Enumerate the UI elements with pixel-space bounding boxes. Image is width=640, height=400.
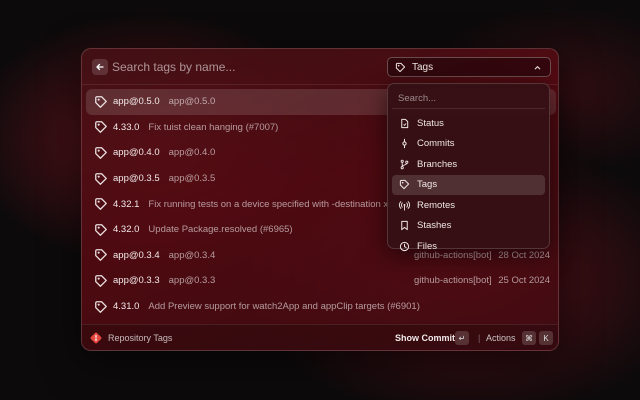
bookmark-icon xyxy=(401,221,408,231)
commit-icon xyxy=(402,139,407,149)
tag-name: app@0.5.0 xyxy=(113,96,160,108)
tag-name: app@0.4.0 xyxy=(113,147,160,159)
menu-item-files[interactable]: Files xyxy=(392,236,545,257)
tag-message: Fix tuist clean hanging (#7007) xyxy=(148,121,279,133)
tag-name: app@0.3.5 xyxy=(113,173,160,185)
menu-search-input[interactable] xyxy=(392,89,545,109)
dropdown-label: Tags xyxy=(412,61,434,73)
menu-item-label: Status xyxy=(417,117,444,129)
file-status-icon xyxy=(401,118,409,128)
tag-icon xyxy=(95,121,107,134)
footer-divider: | xyxy=(478,333,481,343)
tag-message: app@0.5.0 xyxy=(168,96,216,108)
search-input[interactable] xyxy=(112,57,372,77)
view-menu: Status Commits Branches Tags Remotes Stashes F… xyxy=(387,83,550,252)
tag-name: app@0.3.4 xyxy=(113,249,160,261)
menu-item-label: Tags xyxy=(417,179,438,191)
show-commit-action[interactable]: Show Commit xyxy=(395,333,455,343)
tag-icon xyxy=(95,95,107,108)
tag-name: 4.31.0 xyxy=(113,301,140,313)
tag-message: Update Package.resolved (#6965) xyxy=(148,224,293,236)
header-bar: Tags xyxy=(82,49,558,85)
menu-item-branches[interactable]: Branches xyxy=(392,154,545,175)
tag-icon xyxy=(95,300,107,313)
menu-item-label: Stashes xyxy=(417,220,452,232)
tag-row[interactable]: app@0.3.3 app@0.3.3 github-actions[bot] 25 … xyxy=(86,268,556,294)
back-button[interactable] xyxy=(92,59,108,75)
enter-key-hint: ↵ xyxy=(455,331,469,345)
menu-item-label: Remotes xyxy=(417,199,456,211)
branch-icon xyxy=(400,159,409,170)
tag-name: 4.33.0 xyxy=(113,121,140,133)
menu-item-label: Files xyxy=(417,240,438,252)
menu-item-tags[interactable]: Tags xyxy=(392,174,545,195)
tag-message: app@0.3.3 xyxy=(168,275,216,287)
clock-icon xyxy=(399,241,410,251)
view-dropdown[interactable]: Tags xyxy=(387,57,551,77)
actions-button[interactable]: Actions xyxy=(486,333,516,343)
tag-icon xyxy=(95,223,107,236)
tag-message: Add Preview support for watch2App and ap… xyxy=(148,301,420,313)
footer-title: Repository Tags xyxy=(108,333,173,343)
footer-bar: Repository Tags Show Commit ↵ | Actions … xyxy=(82,324,558,350)
tag-date: 25 Oct 2024 xyxy=(498,275,550,287)
chevron-up-icon xyxy=(534,65,541,70)
menu-item-remotes[interactable]: Remotes xyxy=(392,195,545,216)
tag-icon xyxy=(95,172,107,185)
tag-message: app@0.4.0 xyxy=(168,147,216,159)
tag-message: app@0.3.5 xyxy=(168,173,216,185)
tag-name: 4.32.1 xyxy=(113,198,140,210)
tag-icon xyxy=(95,198,107,211)
cmd-key-hint: ⌘ xyxy=(522,331,536,345)
menu-item-status[interactable]: Status xyxy=(392,113,545,134)
tag-icon xyxy=(95,147,107,159)
tag-message: Fix running tests on a device specified … xyxy=(148,198,409,210)
tag-icon xyxy=(95,249,107,262)
git-logo-icon xyxy=(90,332,102,344)
tag-icon xyxy=(399,180,410,190)
tag-row[interactable]: 4.31.0 Add Preview support for watch2App … xyxy=(86,294,556,320)
broadcast-icon xyxy=(399,200,410,211)
menu-item-stashes[interactable]: Stashes xyxy=(392,216,545,237)
menu-item-commits[interactable]: Commits xyxy=(392,134,545,155)
tag-author: github-actions[bot] xyxy=(414,275,492,287)
tag-message: app@0.3.4 xyxy=(168,249,216,261)
k-key-hint: K xyxy=(539,331,553,345)
tag-icon xyxy=(395,62,406,72)
arrow-left-icon xyxy=(96,63,104,71)
tag-icon xyxy=(95,275,107,287)
tag-name: app@0.3.3 xyxy=(113,275,160,287)
tag-name: 4.32.0 xyxy=(113,224,140,236)
menu-item-label: Branches xyxy=(417,158,458,170)
menu-item-label: Commits xyxy=(417,138,455,150)
